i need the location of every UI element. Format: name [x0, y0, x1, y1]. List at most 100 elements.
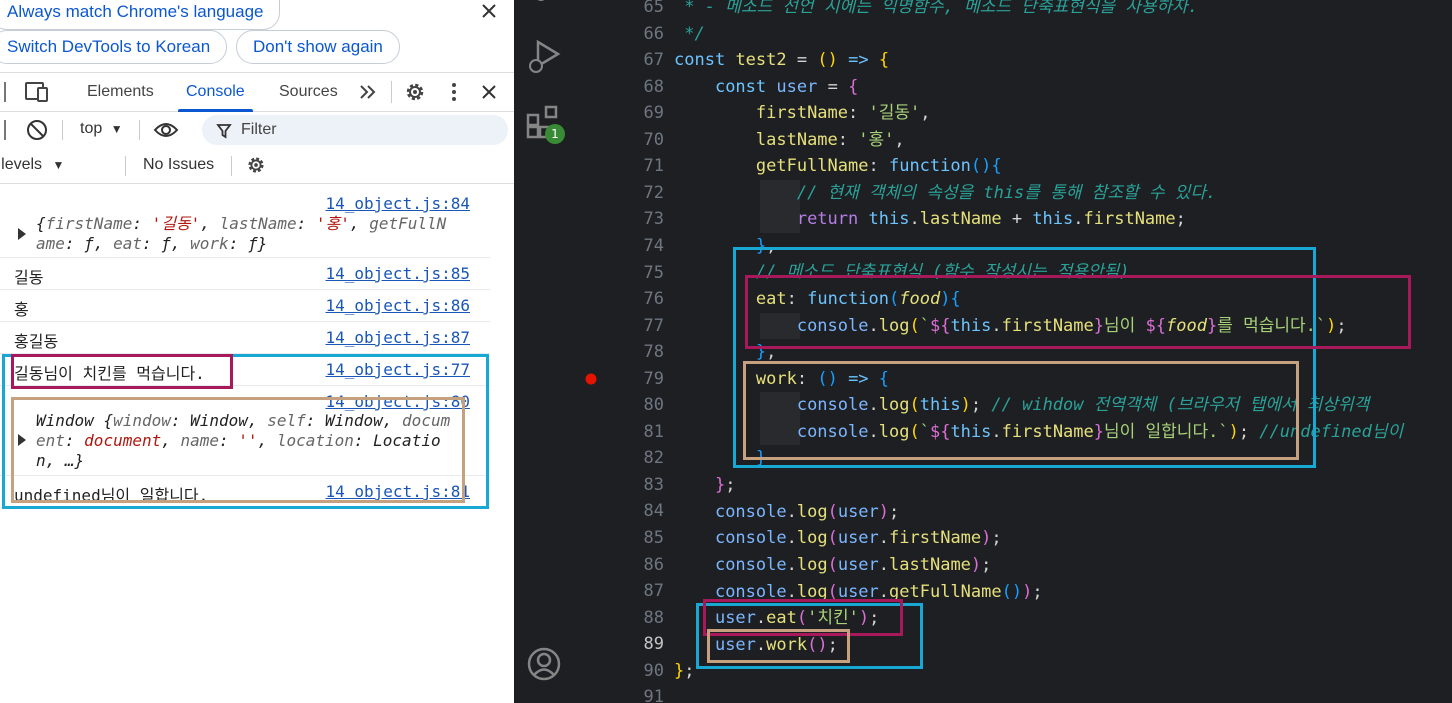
more-options-icon[interactable] — [448, 82, 460, 104]
caret-down-icon: ▼ — [110, 122, 123, 136]
code-line-90: }; — [674, 661, 695, 681]
close-devtools-icon[interactable] — [480, 83, 498, 101]
line-number: 76 — [643, 289, 664, 310]
tab-sources-label: Sources — [279, 83, 338, 100]
code-line-77: console.log(`${this.firstName}님이 ${food}… — [796, 316, 1347, 336]
console-toolbar-2: Default levels ▼ No Issues — [0, 148, 514, 184]
close-banner-icon[interactable] — [480, 2, 498, 20]
console-row[interactable]: 14_object.js:80 Window {window: Window, … — [0, 386, 490, 476]
code-line-80: console.log(this); // wihdow 전역객체 (브라우저 … — [796, 395, 1370, 415]
filter-placeholder: Filter — [241, 121, 277, 138]
source-link[interactable]: 14_object.js:87 — [326, 328, 471, 347]
code-line-69: firstName: '길동', — [755, 103, 931, 123]
clear-console-icon[interactable] — [25, 118, 49, 142]
code-line-66: */ — [674, 24, 705, 44]
code-line-71: getFullName: function(){ — [755, 156, 1002, 176]
code-line-85: console.log(user.firstName); — [714, 528, 1002, 548]
window-object-preview: Window {window: Window, self: Window, do… — [36, 411, 451, 470]
code-line-74: }, — [755, 236, 777, 256]
tab-elements[interactable]: Elements — [87, 73, 154, 111]
toolbar-divider — [139, 120, 140, 140]
code-line-65: * - 메소드 선언 시에는 익명함수, 메소드 단축표현식을 사용하자. — [674, 0, 1198, 21]
line-number: 68 — [643, 76, 664, 97]
extensions-badge: 1 — [545, 124, 565, 144]
device-toolbar-icon[interactable] — [24, 81, 50, 103]
sidebar-edge — [4, 120, 6, 140]
run-debug-icon[interactable] — [524, 36, 564, 76]
expand-triangle-icon[interactable] — [18, 228, 26, 240]
line-number: 70 — [643, 129, 664, 150]
source-link[interactable]: 14_object.js:80 — [326, 392, 471, 411]
code-area[interactable]: * - 메소드 선언 시에는 익명함수, 메소드 단축표현식을 사용하자. */… — [674, 0, 1452, 703]
live-expression-eye-icon[interactable] — [153, 120, 179, 140]
tab-elements-label: Elements — [87, 83, 154, 100]
toolbar-divider — [125, 156, 126, 176]
filter-input[interactable]: Filter — [202, 115, 508, 145]
code-line-73: return this.lastName + this.firstName; — [796, 209, 1186, 229]
code-editor: 1 65 66 67 68 69 70 71 72 73 74 75 76 77 78 79 80 81 82 83… — [514, 0, 1452, 703]
line-number: 66 — [643, 23, 664, 44]
tab-divider — [391, 81, 392, 103]
devtools-tab-bar: Elements Console Sources — [0, 72, 514, 112]
tab-sources[interactable]: Sources — [279, 73, 338, 111]
log-levels-dropdown[interactable]: Default levels ▼ — [0, 156, 64, 174]
tab-console[interactable]: Console — [178, 73, 253, 112]
code-line-86: console.log(user.lastName); — [714, 555, 992, 575]
issues-counter[interactable]: No Issues — [143, 156, 214, 174]
comment: * - 메소드 선언 시에는 익명함수, 메소드 단축표현식을 사용하자. — [674, 0, 1199, 17]
panel-edge-icon — [4, 82, 6, 102]
line-number: 88 — [643, 607, 664, 628]
line-number: 81 — [643, 421, 664, 442]
settings-gear-icon[interactable] — [403, 80, 427, 104]
context-selector[interactable]: top ▼ — [80, 120, 123, 138]
source-link[interactable]: 14_object.js:86 — [326, 296, 471, 315]
issues-label: No Issues — [143, 156, 215, 173]
match-language-label: Always match Chrome's language — [7, 2, 264, 21]
line-number: 82 — [643, 448, 664, 469]
devtools-panel: Always match Chrome's language Switch De… — [0, 0, 514, 703]
code-line-76: eat: function(food){ — [755, 289, 961, 309]
log-message: undefined님이 일합니다. — [14, 486, 209, 505]
console-row: 홍 14_object.js:86 — [0, 290, 490, 322]
console-settings-gear-icon[interactable] — [245, 154, 267, 176]
line-number: 79 — [643, 368, 664, 389]
line-number: 69 — [643, 103, 664, 124]
match-language-button[interactable]: Always match Chrome's language — [0, 0, 281, 30]
source-link[interactable]: 14_object.js:84 — [326, 194, 471, 213]
line-number: 78 — [643, 342, 664, 363]
code-line-89: user.work(); — [714, 635, 838, 655]
expand-triangle-icon[interactable] — [18, 434, 26, 446]
code-line-75: // 메소드 단축표현식 (함수 작성시는 적용안됨) — [674, 259, 1130, 286]
code-line-87: console.log(user.getFullName()); — [714, 582, 1043, 602]
comment: // 메소드 단축표현식 (함수 작성시는 적용안됨) — [755, 262, 1130, 282]
console-row: 길동 14_object.js:85 — [0, 258, 490, 290]
line-number: 77 — [643, 315, 664, 336]
breakpoint-icon[interactable] — [585, 373, 597, 385]
account-icon[interactable] — [526, 646, 562, 682]
context-label: top — [80, 120, 103, 137]
line-number: 65 — [643, 0, 664, 17]
line-number: 84 — [643, 501, 664, 522]
console-row[interactable]: 14_object.js:84 {firstName: '길동', lastNa… — [0, 186, 490, 258]
comment: // wihdow 전역객체 (브라우저 탭에서 최상위객 — [991, 395, 1370, 415]
more-tabs-chevron-icon[interactable] — [358, 83, 378, 101]
source-control-icon[interactable] — [526, 0, 556, 10]
toolbar-divider — [62, 120, 63, 140]
console-row: undefined님이 일합니다. 14_object.js:81 — [0, 476, 490, 508]
tab-console-label: Console — [186, 83, 245, 100]
comment: // 현재 객체의 속성을 this를 통해 참조할 수 있다. — [796, 183, 1217, 203]
code-line-70: lastName: '홍', — [755, 130, 905, 150]
switch-korean-button[interactable]: Switch DevTools to Korean — [0, 30, 228, 64]
toolbar-divider — [231, 156, 232, 176]
line-number: 74 — [643, 235, 664, 256]
line-number: 90 — [643, 660, 664, 681]
log-message: 홍 — [14, 300, 29, 319]
dont-show-again-button[interactable]: Don't show again — [236, 30, 400, 64]
code-line-67: const test2 = () => { — [674, 50, 890, 70]
source-link[interactable]: 14_object.js:85 — [326, 264, 471, 283]
source-link[interactable]: 14_object.js:77 — [326, 360, 471, 379]
code-line-82: } — [755, 448, 767, 468]
line-number: 73 — [643, 209, 664, 230]
log-message: 길동님이 치킨를 먹습니다. — [14, 364, 205, 383]
source-link[interactable]: 14_object.js:81 — [326, 482, 471, 501]
